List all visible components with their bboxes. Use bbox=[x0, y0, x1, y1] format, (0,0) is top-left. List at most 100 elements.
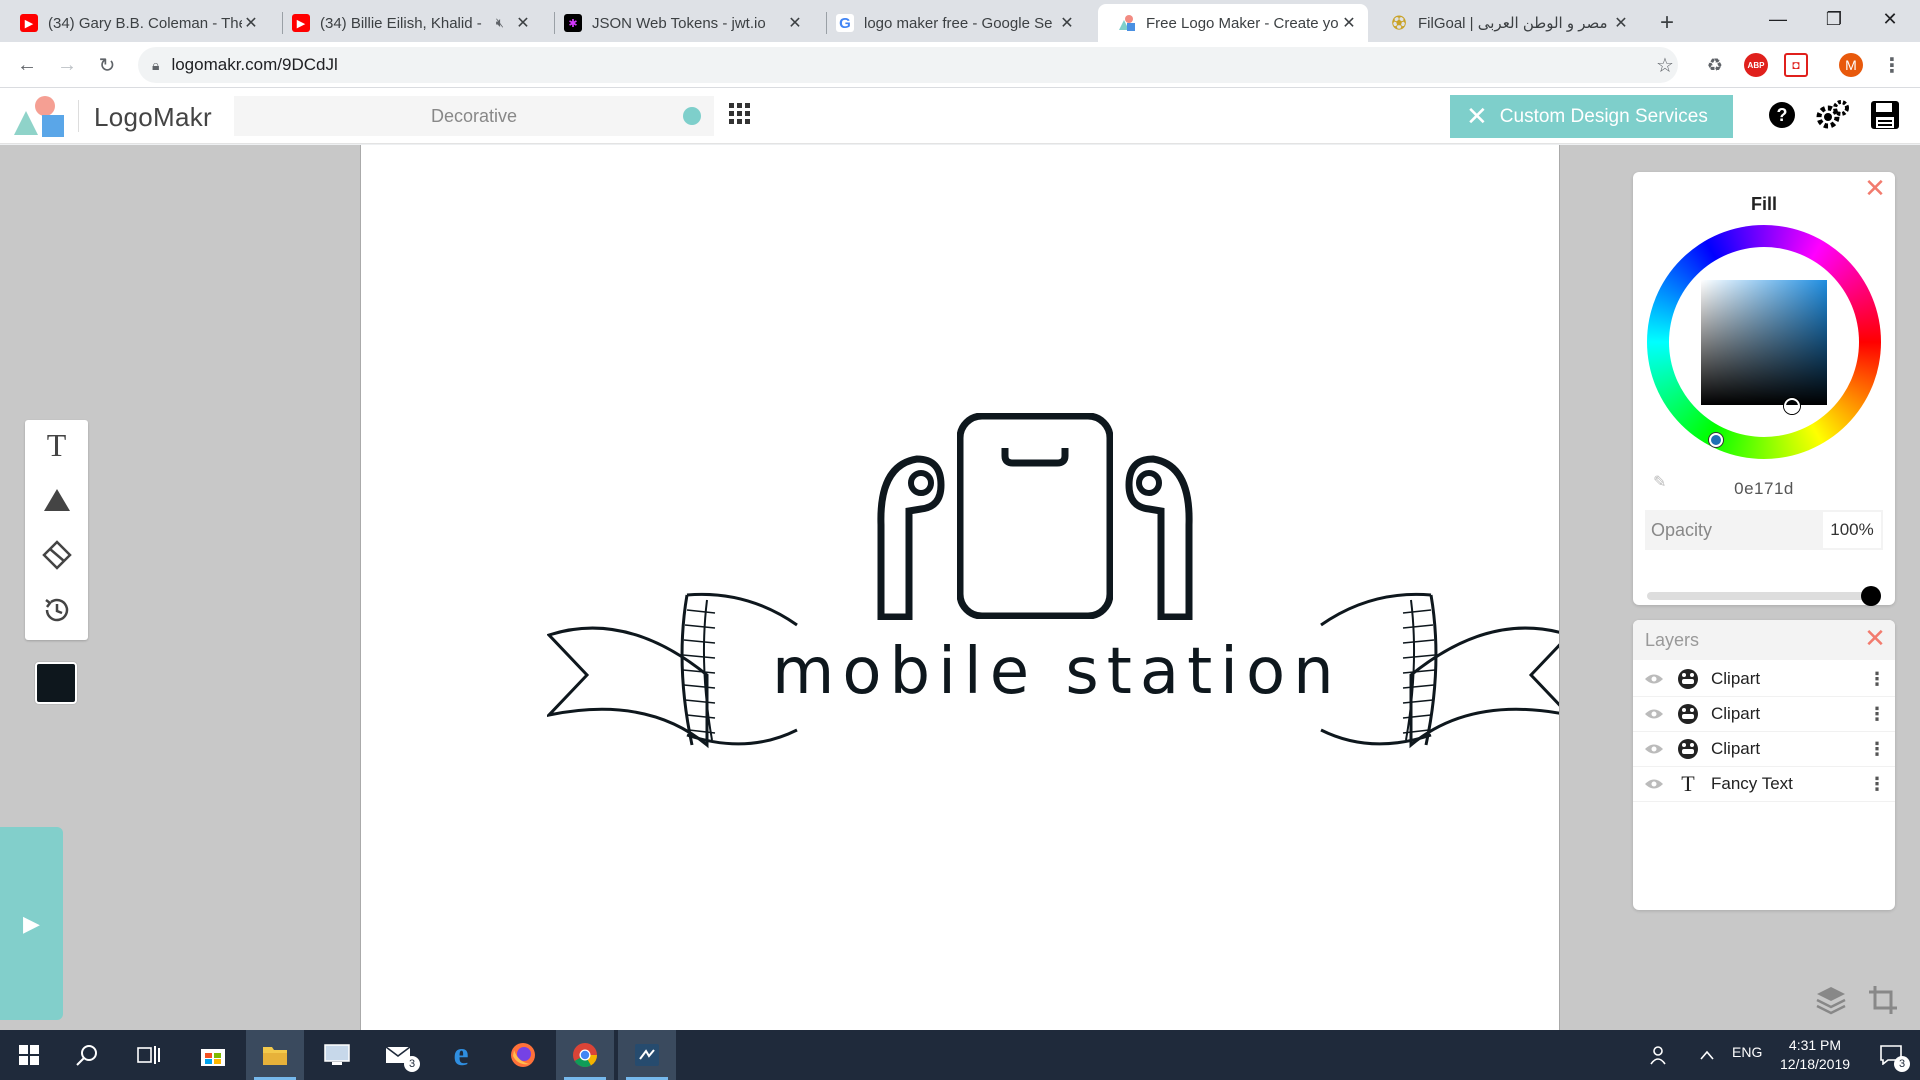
close-fill-panel-icon[interactable]: ✕ bbox=[1863, 175, 1887, 201]
show-hidden-icons-icon[interactable] bbox=[1690, 1030, 1724, 1080]
color-picker-cursor[interactable] bbox=[1784, 398, 1800, 414]
logomakr-logo-icon[interactable] bbox=[12, 95, 68, 144]
close-icon[interactable]: ✕ bbox=[514, 13, 532, 33]
active-color-swatch[interactable] bbox=[35, 662, 77, 704]
tab-google-search[interactable]: G logo maker free - Google Se ✕ bbox=[816, 4, 1086, 42]
settings-gear-icon[interactable] bbox=[1815, 98, 1849, 132]
right-ribbon-clipart[interactable] bbox=[1311, 585, 1560, 755]
recycle-extension-icon[interactable]: ♻ bbox=[1703, 53, 1727, 77]
hex-color-value[interactable]: 0e171d bbox=[1633, 479, 1895, 499]
close-icon[interactable]: ✕ bbox=[786, 13, 804, 33]
layer-row[interactable]: T Fancy Text ⋮ bbox=[1633, 767, 1895, 802]
eraser-tool-icon bbox=[41, 540, 72, 570]
brand-name[interactable]: LogoMakr bbox=[94, 102, 212, 133]
layer-menu-icon[interactable]: ⋮ bbox=[1867, 774, 1887, 795]
close-icon[interactable]: ✕ bbox=[1612, 13, 1630, 33]
edge-icon[interactable]: e bbox=[432, 1030, 490, 1080]
file-explorer-icon[interactable] bbox=[246, 1030, 304, 1080]
opacity-input[interactable]: 100% bbox=[1823, 512, 1881, 548]
right-earbud-clipart[interactable] bbox=[1121, 445, 1201, 620]
layer-menu-icon[interactable]: ⋮ bbox=[1867, 739, 1887, 760]
back-icon[interactable]: ← bbox=[12, 50, 42, 80]
input-language[interactable]: ENG bbox=[1732, 1044, 1762, 1060]
tab-title: (34) Billie Eilish, Khalid - bbox=[320, 14, 482, 32]
pocket-extension-icon[interactable]: ◘ bbox=[1784, 53, 1808, 77]
layer-menu-icon[interactable]: ⋮ bbox=[1867, 704, 1887, 725]
charging-case-clipart[interactable] bbox=[957, 413, 1113, 619]
hue-picker-cursor[interactable] bbox=[1709, 433, 1723, 447]
clock-time: 4:31 PM bbox=[1788, 1037, 1842, 1053]
firefox-icon[interactable] bbox=[494, 1030, 552, 1080]
search-icon[interactable] bbox=[58, 1030, 116, 1080]
workspace: mobile station T ▶ Fill ✕ ✎ 0e171d Opaci… bbox=[0, 145, 1920, 1030]
maximize-icon[interactable]: ❐ bbox=[1806, 0, 1862, 38]
svg-text:?: ? bbox=[1777, 105, 1788, 125]
minimize-icon[interactable]: — bbox=[1750, 0, 1806, 38]
browser-menu-icon[interactable]: ⋮ bbox=[1880, 53, 1904, 77]
add-text-tool[interactable]: T bbox=[25, 420, 88, 470]
speaker-muted-icon[interactable]: 🔇︎ bbox=[496, 15, 504, 31]
search-input[interactable] bbox=[294, 105, 654, 127]
help-icon[interactable]: ? bbox=[1765, 98, 1799, 132]
opacity-slider-knob[interactable] bbox=[1861, 586, 1881, 606]
browser-tab-strip: ▶ (34) Gary B.B. Coleman - The ✕ ▶ (34) … bbox=[0, 0, 1920, 42]
tab-logomakr[interactable]: Free Logo Maker - Create yo ✕ bbox=[1098, 4, 1368, 42]
opacity-slider-track[interactable] bbox=[1647, 592, 1879, 600]
reload-icon[interactable]: ↻ bbox=[92, 50, 122, 80]
tab-title: logo maker free - Google Se bbox=[864, 14, 1053, 32]
layers-stack-icon[interactable] bbox=[1815, 985, 1849, 1019]
tab-filgoal[interactable]: ⚽︎ FilGoal | مصر و الوطن العربى ✕ bbox=[1370, 4, 1640, 42]
clock[interactable]: 4:31 PM 12/18/2019 bbox=[1770, 1036, 1860, 1074]
left-ribbon-clipart[interactable] bbox=[547, 585, 807, 755]
play-icon: ▶ bbox=[23, 910, 40, 936]
tab-billie-eilish[interactable]: ▶ (34) Billie Eilish, Khalid - 🔇︎ ✕ bbox=[272, 4, 542, 42]
close-icon[interactable]: ✕ bbox=[1058, 13, 1076, 33]
eraser-tool[interactable] bbox=[25, 530, 88, 580]
task-view-icon[interactable] bbox=[120, 1030, 178, 1080]
new-tab-icon[interactable]: + bbox=[1652, 8, 1682, 38]
adblock-extension-icon[interactable]: ABP bbox=[1744, 53, 1768, 77]
layer-row[interactable]: Clipart ⋮ bbox=[1633, 697, 1895, 732]
profile-avatar[interactable]: M bbox=[1839, 53, 1863, 77]
close-icon[interactable]: ✕ bbox=[242, 13, 260, 33]
people-icon[interactable] bbox=[1640, 1030, 1680, 1080]
saturation-value-square[interactable] bbox=[1701, 280, 1827, 405]
left-earbud-clipart[interactable] bbox=[869, 445, 949, 620]
window-close-icon[interactable]: ✕ bbox=[1862, 0, 1918, 38]
layer-menu-icon[interactable]: ⋮ bbox=[1867, 669, 1887, 690]
address-bar[interactable]: 🔒︎ logomakr.com/9DCdJl bbox=[138, 47, 1678, 83]
search-icon[interactable] bbox=[682, 106, 702, 131]
add-shape-tool[interactable] bbox=[25, 475, 88, 525]
play-drawer-tab[interactable]: ▶ bbox=[0, 827, 63, 1020]
logo-canvas[interactable]: mobile station bbox=[360, 145, 1560, 1030]
layer-row[interactable]: Clipart ⋮ bbox=[1633, 662, 1895, 697]
text-icon: T bbox=[1681, 771, 1695, 796]
close-icon[interactable]: ✕ bbox=[1340, 13, 1358, 33]
forward-icon[interactable]: → bbox=[52, 50, 82, 80]
action-center-icon[interactable]: 3 bbox=[1862, 1030, 1920, 1080]
logo-fancy-text[interactable]: mobile station bbox=[772, 635, 1342, 709]
layer-row[interactable]: Clipart ⋮ bbox=[1633, 732, 1895, 767]
visibility-eye-icon[interactable] bbox=[1644, 708, 1666, 720]
bookmark-star-icon[interactable]: ☆ bbox=[1653, 53, 1677, 77]
opacity-label: Opacity bbox=[1651, 519, 1713, 540]
history-tool[interactable] bbox=[25, 585, 88, 635]
jwt-icon: ✱ bbox=[564, 14, 582, 32]
apps-grid-icon[interactable] bbox=[728, 102, 754, 128]
visibility-eye-icon[interactable] bbox=[1644, 743, 1666, 755]
windows-start-icon[interactable] bbox=[0, 1030, 58, 1080]
save-icon[interactable] bbox=[1868, 98, 1902, 132]
cta-label: Custom Design Services bbox=[1499, 105, 1708, 127]
vscode-icon[interactable] bbox=[618, 1030, 676, 1080]
tab-gary-coleman[interactable]: ▶ (34) Gary B.B. Coleman - The ✕ bbox=[0, 4, 270, 42]
close-layers-panel-icon[interactable]: ✕ bbox=[1863, 625, 1887, 651]
remote-desktop-icon[interactable] bbox=[308, 1030, 366, 1080]
tab-jwt[interactable]: ✱ JSON Web Tokens - jwt.io ✕ bbox=[544, 4, 814, 42]
microsoft-store-icon[interactable] bbox=[184, 1030, 242, 1080]
custom-design-services-button[interactable]: ✕ Custom Design Services bbox=[1450, 95, 1733, 138]
chrome-icon[interactable] bbox=[556, 1030, 614, 1080]
visibility-eye-icon[interactable] bbox=[1644, 778, 1666, 790]
mail-icon[interactable]: 3 bbox=[370, 1030, 428, 1080]
crop-icon[interactable] bbox=[1868, 985, 1902, 1019]
visibility-eye-icon[interactable] bbox=[1644, 673, 1666, 685]
